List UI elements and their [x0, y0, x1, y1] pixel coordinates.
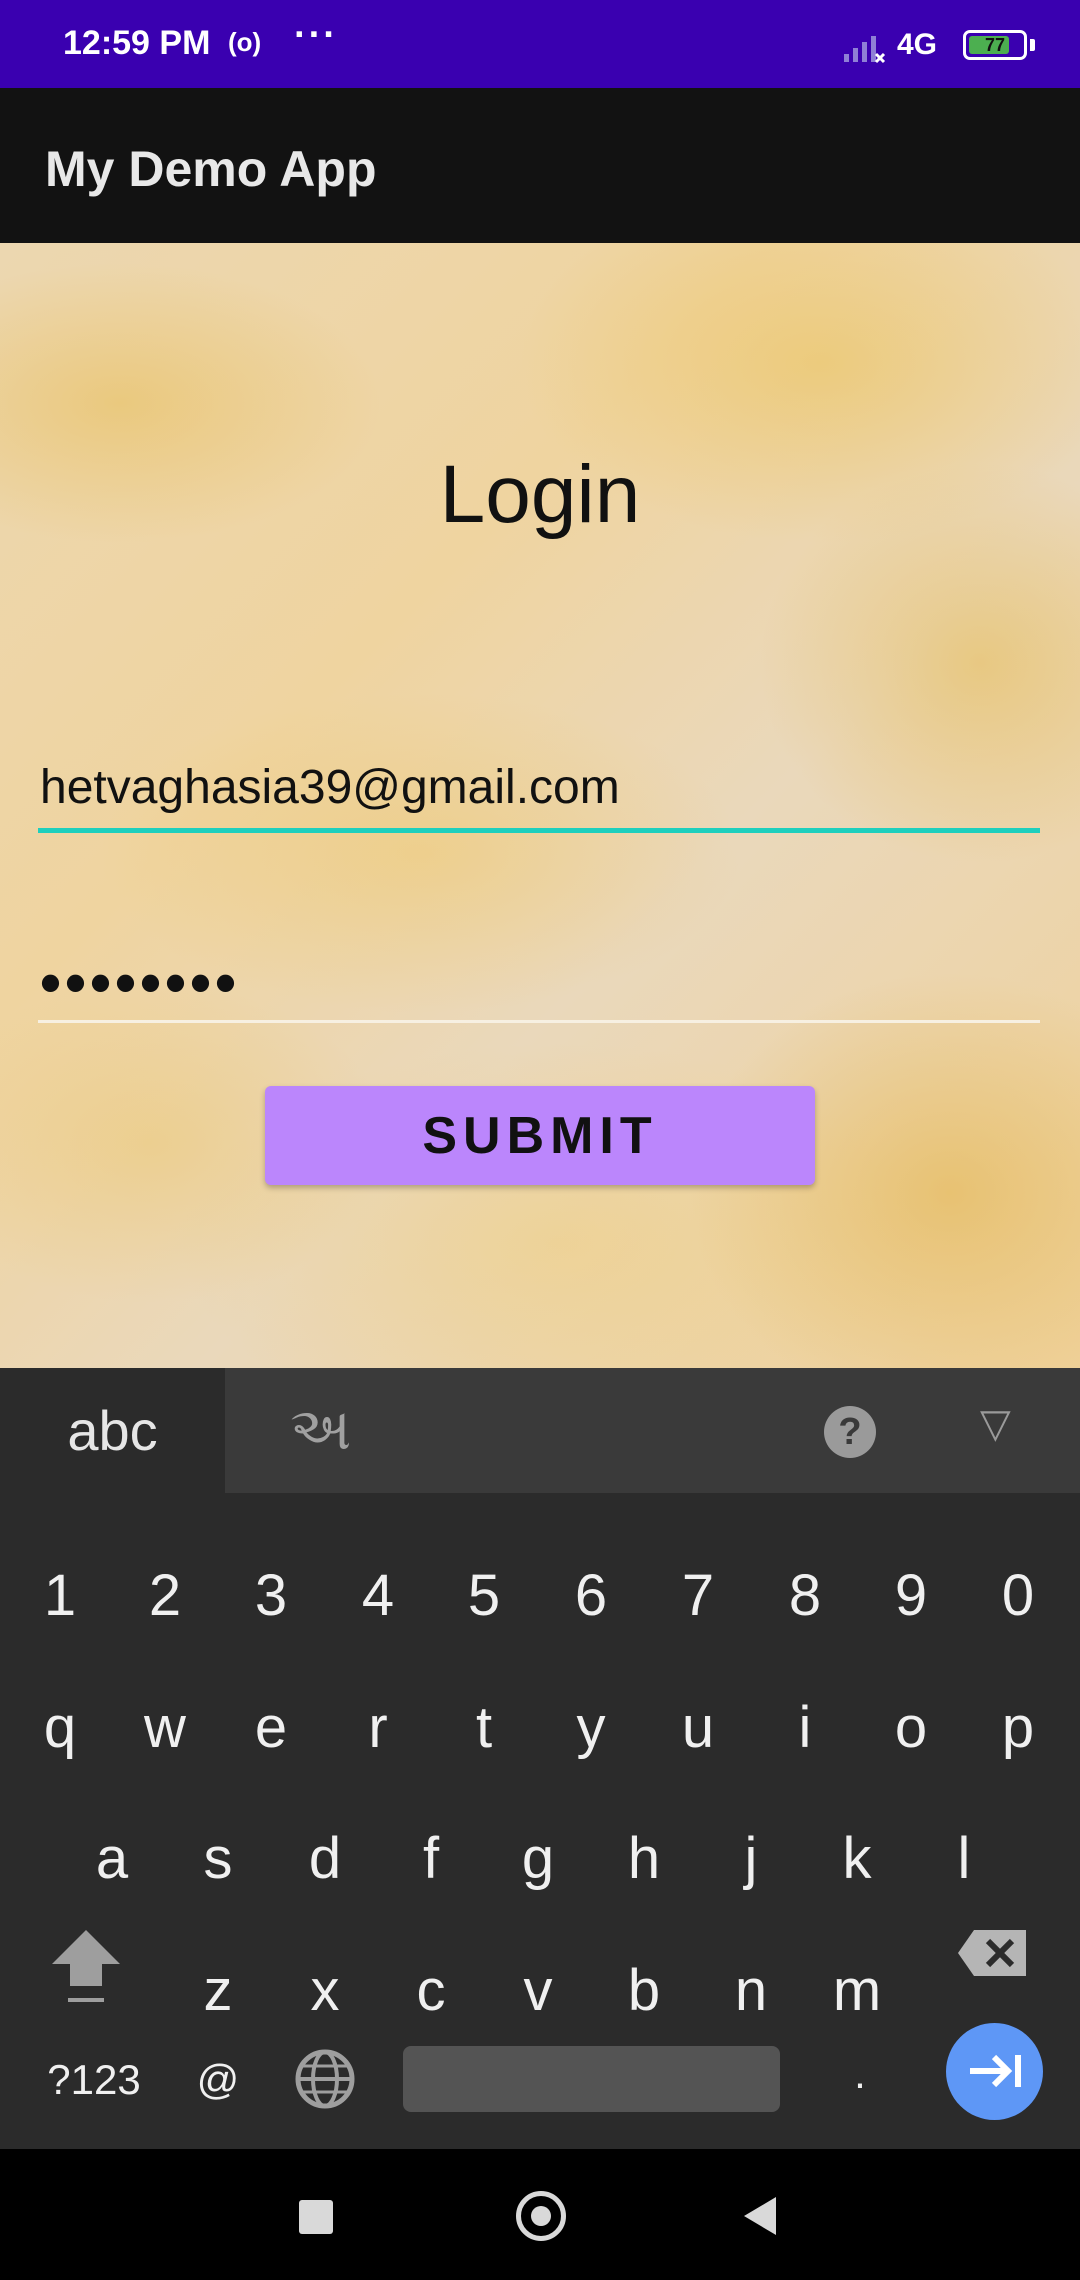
globe-icon[interactable] — [294, 2048, 356, 2110]
password-underline — [38, 1020, 1040, 1023]
key-2[interactable]: 2 — [115, 1556, 215, 1636]
battery-icon: 77 — [963, 30, 1027, 60]
key-3[interactable]: 3 — [221, 1556, 321, 1636]
key-period[interactable]: . — [810, 2034, 910, 2114]
network-type: 4G — [897, 28, 938, 61]
email-underline — [38, 828, 1040, 833]
system-nav-bar — [0, 2149, 1080, 2280]
key-1[interactable]: 1 — [10, 1556, 110, 1636]
status-bar: 12:59 PM (o) ··· 4G 77 — [0, 0, 1080, 88]
login-screen: Login hetvaghasia39@gmail.com •••••••• S… — [0, 243, 1080, 1368]
more-notifications-icon: ··· — [294, 14, 338, 56]
key-c[interactable]: c — [381, 1951, 481, 2031]
email-field[interactable]: hetvaghasia39@gmail.com — [38, 713, 1040, 833]
key-p[interactable]: p — [968, 1688, 1068, 1768]
status-time: 12:59 PM — [63, 24, 211, 62]
enter-arrow-icon — [970, 2054, 1021, 2088]
key-l[interactable]: l — [914, 1819, 1014, 1899]
recent-apps-icon[interactable] — [299, 2200, 333, 2234]
key-k[interactable]: k — [807, 1819, 907, 1899]
shift-icon[interactable] — [48, 1924, 124, 2006]
key-q[interactable]: q — [10, 1688, 110, 1768]
backspace-icon[interactable] — [958, 1928, 1028, 1978]
email-input-value[interactable]: hetvaghasia39@gmail.com — [40, 760, 620, 815]
key-m[interactable]: m — [807, 1951, 907, 2031]
back-icon[interactable] — [744, 2197, 776, 2235]
key-y[interactable]: y — [541, 1688, 641, 1768]
key-x[interactable]: x — [275, 1951, 375, 2031]
key-0[interactable]: 0 — [968, 1556, 1068, 1636]
key-a[interactable]: a — [62, 1819, 162, 1899]
key-5[interactable]: 5 — [434, 1556, 534, 1636]
key-8[interactable]: 8 — [755, 1556, 855, 1636]
key-n[interactable]: n — [701, 1951, 801, 2031]
battery-level: 77 — [984, 35, 1006, 55]
password-input-value[interactable]: •••••••• — [40, 948, 240, 1017]
key-d[interactable]: d — [275, 1819, 375, 1899]
signal-icon — [844, 36, 886, 64]
home-icon-dot — [531, 2206, 551, 2226]
key-r[interactable]: r — [328, 1688, 428, 1768]
app-title: My Demo App — [45, 141, 377, 197]
key-g[interactable]: g — [488, 1819, 588, 1899]
symbols-key[interactable]: ?123 — [34, 2040, 154, 2120]
collapse-keyboard-icon[interactable]: ▽ — [980, 1401, 1011, 1447]
key-7[interactable]: 7 — [648, 1556, 748, 1636]
home-icon[interactable] — [516, 2191, 566, 2241]
key-z[interactable]: z — [168, 1951, 268, 2031]
soft-keyboard: abc અ ? ▽ 1 2 3 4 5 6 7 8 9 0 q w e r t … — [0, 1368, 1080, 2149]
enter-button[interactable] — [946, 2023, 1043, 2120]
key-t[interactable]: t — [434, 1688, 534, 1768]
help-icon[interactable]: ? — [824, 1406, 876, 1458]
login-title: Login — [439, 449, 641, 540]
keyboard-toolbar: abc અ ? ▽ — [0, 1368, 1080, 1493]
key-e[interactable]: e — [221, 1688, 321, 1768]
key-9[interactable]: 9 — [861, 1556, 961, 1636]
key-i[interactable]: i — [755, 1688, 855, 1768]
battery-tip — [1030, 39, 1035, 51]
key-w[interactable]: w — [115, 1688, 215, 1768]
key-b[interactable]: b — [594, 1951, 694, 2031]
key-6[interactable]: 6 — [541, 1556, 641, 1636]
key-h[interactable]: h — [594, 1819, 694, 1899]
app-bar: My Demo App — [0, 88, 1080, 243]
key-f[interactable]: f — [381, 1819, 481, 1899]
radio-icon: (o) — [228, 27, 262, 57]
key-o[interactable]: o — [861, 1688, 961, 1768]
submit-button[interactable]: SUBMIT — [265, 1086, 815, 1185]
key-u[interactable]: u — [648, 1688, 748, 1768]
key-4[interactable]: 4 — [328, 1556, 428, 1636]
keyboard-tab-gujarati[interactable]: અ — [290, 1396, 351, 1464]
password-field[interactable]: •••••••• — [38, 908, 1040, 1023]
space-bar[interactable] — [403, 2046, 780, 2112]
key-at[interactable]: @ — [168, 2040, 268, 2120]
key-s[interactable]: s — [168, 1819, 268, 1899]
key-v[interactable]: v — [488, 1951, 588, 2031]
keyboard-tab-abc[interactable]: abc — [0, 1368, 225, 1493]
key-j[interactable]: j — [701, 1819, 801, 1899]
